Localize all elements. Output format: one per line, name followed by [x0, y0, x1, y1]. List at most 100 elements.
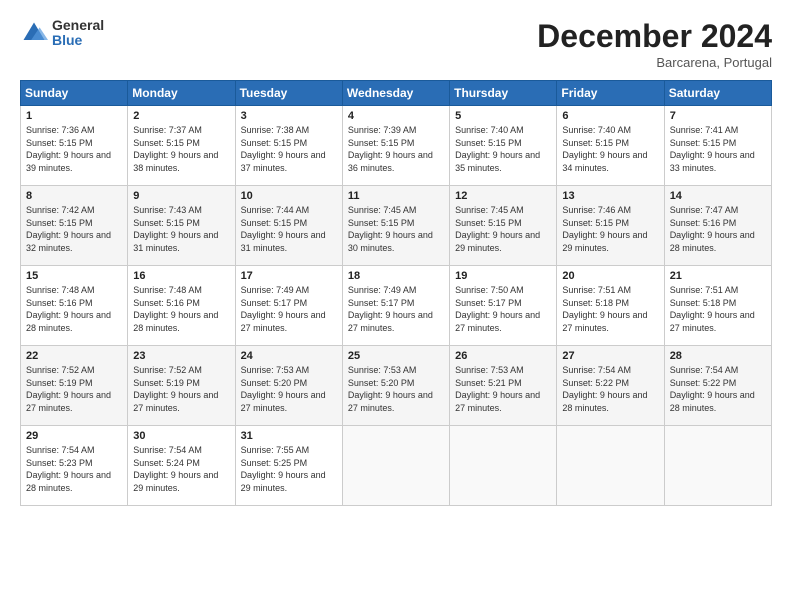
day-info: Sunrise: 7:41 AMSunset: 5:15 PMDaylight:…: [670, 124, 766, 174]
col-friday: Friday: [557, 81, 664, 106]
day-number: 28: [670, 350, 766, 362]
day-number: 12: [455, 190, 551, 202]
day-number: 6: [562, 110, 658, 122]
day-info: Sunrise: 7:38 AMSunset: 5:15 PMDaylight:…: [241, 124, 337, 174]
day-number: 4: [348, 110, 444, 122]
table-cell: 8 Sunrise: 7:42 AMSunset: 5:15 PMDaylight…: [21, 186, 128, 266]
day-number: 21: [670, 270, 766, 282]
table-cell: 7 Sunrise: 7:41 AMSunset: 5:15 PMDaylight…: [664, 106, 771, 186]
day-number: 15: [26, 270, 122, 282]
table-cell: 31 Sunrise: 7:55 AMSunset: 5:25 PMDayligh…: [235, 426, 342, 506]
day-number: 20: [562, 270, 658, 282]
day-info: Sunrise: 7:46 AMSunset: 5:15 PMDaylight:…: [562, 204, 658, 254]
table-cell: 16Sunrise: 7:48 AMSunset: 5:16 PMDayligh…: [128, 266, 235, 346]
table-cell: 1 Sunrise: 7:36 AMSunset: 5:15 PMDaylight…: [21, 106, 128, 186]
day-info: Sunrise: 7:37 AMSunset: 5:15 PMDaylight:…: [133, 124, 229, 174]
table-cell: 11Sunrise: 7:45 AMSunset: 5:15 PMDayligh…: [342, 186, 449, 266]
col-sunday: Sunday: [21, 81, 128, 106]
calendar-row: 22 Sunrise: 7:52 AMSunset: 5:19 PMDayligh…: [21, 346, 772, 426]
day-info: Sunrise: 7:53 AMSunset: 5:21 PMDaylight:…: [455, 364, 551, 414]
table-cell: 9 Sunrise: 7:43 AMSunset: 5:15 PMDaylight…: [128, 186, 235, 266]
table-cell: 28 Sunrise: 7:54 AMSunset: 5:22 PMDayligh…: [664, 346, 771, 426]
day-info: Sunrise: 7:51 AMSunset: 5:18 PMDaylight:…: [670, 284, 766, 334]
day-number: 25: [348, 350, 444, 362]
day-info: Sunrise: 7:43 AMSunset: 5:15 PMDaylight:…: [133, 204, 229, 254]
day-number: 19: [455, 270, 551, 282]
day-info: Sunrise: 7:44 AMSunset: 5:15 PMDaylight:…: [241, 204, 337, 254]
logo-blue: Blue: [52, 33, 104, 48]
header: General Blue December 2024 Barcarena, Po…: [20, 18, 772, 70]
day-number: 8: [26, 190, 122, 202]
day-info: Sunrise: 7:53 AMSunset: 5:20 PMDaylight:…: [241, 364, 337, 414]
day-number: 1: [26, 110, 122, 122]
day-info: Sunrise: 7:54 AMSunset: 5:23 PMDaylight:…: [26, 444, 122, 494]
day-number: 7: [670, 110, 766, 122]
table-cell: [342, 426, 449, 506]
col-tuesday: Tuesday: [235, 81, 342, 106]
day-info: Sunrise: 7:55 AMSunset: 5:25 PMDaylight:…: [241, 444, 337, 494]
day-info: Sunrise: 7:48 AMSunset: 5:16 PMDaylight:…: [26, 284, 122, 334]
day-number: 27: [562, 350, 658, 362]
day-number: 11: [348, 190, 444, 202]
day-info: Sunrise: 7:47 AMSunset: 5:16 PMDaylight:…: [670, 204, 766, 254]
table-cell: 20 Sunrise: 7:51 AMSunset: 5:18 PMDayligh…: [557, 266, 664, 346]
day-number: 26: [455, 350, 551, 362]
table-cell: 5 Sunrise: 7:40 AMSunset: 5:15 PMDaylight…: [450, 106, 557, 186]
logo: General Blue: [20, 18, 104, 49]
day-number: 9: [133, 190, 229, 202]
day-number: 17: [241, 270, 337, 282]
day-number: 29: [26, 430, 122, 442]
table-cell: 23Sunrise: 7:52 AMSunset: 5:19 PMDayligh…: [128, 346, 235, 426]
day-info: Sunrise: 7:48 AMSunset: 5:16 PMDaylight:…: [133, 284, 229, 334]
table-cell: 14Sunrise: 7:47 AMSunset: 5:16 PMDayligh…: [664, 186, 771, 266]
col-saturday: Saturday: [664, 81, 771, 106]
table-cell: 4Sunrise: 7:39 AMSunset: 5:15 PMDaylight…: [342, 106, 449, 186]
col-wednesday: Wednesday: [342, 81, 449, 106]
col-thursday: Thursday: [450, 81, 557, 106]
table-cell: [450, 426, 557, 506]
day-info: Sunrise: 7:40 AMSunset: 5:15 PMDaylight:…: [562, 124, 658, 174]
table-cell: 30 Sunrise: 7:54 AMSunset: 5:24 PMDayligh…: [128, 426, 235, 506]
day-number: 18: [348, 270, 444, 282]
calendar-row: 8 Sunrise: 7:42 AMSunset: 5:15 PMDaylight…: [21, 186, 772, 266]
calendar-row: 1 Sunrise: 7:36 AMSunset: 5:15 PMDaylight…: [21, 106, 772, 186]
table-cell: 15 Sunrise: 7:48 AMSunset: 5:16 PMDayligh…: [21, 266, 128, 346]
day-info: Sunrise: 7:49 AMSunset: 5:17 PMDaylight:…: [241, 284, 337, 334]
day-info: Sunrise: 7:51 AMSunset: 5:18 PMDaylight:…: [562, 284, 658, 334]
day-info: Sunrise: 7:52 AMSunset: 5:19 PMDaylight:…: [26, 364, 122, 414]
logo-general: General: [52, 18, 104, 33]
day-info: Sunrise: 7:40 AMSunset: 5:15 PMDaylight:…: [455, 124, 551, 174]
table-cell: 19Sunrise: 7:50 AMSunset: 5:17 PMDayligh…: [450, 266, 557, 346]
header-row: Sunday Monday Tuesday Wednesday Thursday…: [21, 81, 772, 106]
day-number: 30: [133, 430, 229, 442]
day-info: Sunrise: 7:42 AMSunset: 5:15 PMDaylight:…: [26, 204, 122, 254]
calendar-table: Sunday Monday Tuesday Wednesday Thursday…: [20, 80, 772, 506]
logo-icon: [20, 19, 48, 47]
day-number: 13: [562, 190, 658, 202]
page: General Blue December 2024 Barcarena, Po…: [0, 0, 792, 612]
day-number: 22: [26, 350, 122, 362]
table-cell: 18Sunrise: 7:49 AMSunset: 5:17 PMDayligh…: [342, 266, 449, 346]
table-cell: 24 Sunrise: 7:53 AMSunset: 5:20 PMDayligh…: [235, 346, 342, 426]
day-info: Sunrise: 7:36 AMSunset: 5:15 PMDaylight:…: [26, 124, 122, 174]
calendar-header: Sunday Monday Tuesday Wednesday Thursday…: [21, 81, 772, 106]
day-number: 31: [241, 430, 337, 442]
table-cell: 2 Sunrise: 7:37 AMSunset: 5:15 PMDaylight…: [128, 106, 235, 186]
table-cell: 3Sunrise: 7:38 AMSunset: 5:15 PMDaylight…: [235, 106, 342, 186]
location: Barcarena, Portugal: [537, 55, 772, 70]
day-info: Sunrise: 7:54 AMSunset: 5:22 PMDaylight:…: [670, 364, 766, 414]
table-cell: 26 Sunrise: 7:53 AMSunset: 5:21 PMDayligh…: [450, 346, 557, 426]
table-cell: 6 Sunrise: 7:40 AMSunset: 5:15 PMDaylight…: [557, 106, 664, 186]
day-number: 2: [133, 110, 229, 122]
table-cell: 21 Sunrise: 7:51 AMSunset: 5:18 PMDayligh…: [664, 266, 771, 346]
day-number: 24: [241, 350, 337, 362]
day-number: 10: [241, 190, 337, 202]
day-number: 23: [133, 350, 229, 362]
day-info: Sunrise: 7:45 AMSunset: 5:15 PMDaylight:…: [455, 204, 551, 254]
table-cell: [557, 426, 664, 506]
day-info: Sunrise: 7:54 AMSunset: 5:24 PMDaylight:…: [133, 444, 229, 494]
table-cell: 17 Sunrise: 7:49 AMSunset: 5:17 PMDayligh…: [235, 266, 342, 346]
table-cell: 29 Sunrise: 7:54 AMSunset: 5:23 PMDayligh…: [21, 426, 128, 506]
day-number: 5: [455, 110, 551, 122]
calendar-row: 15 Sunrise: 7:48 AMSunset: 5:16 PMDayligh…: [21, 266, 772, 346]
